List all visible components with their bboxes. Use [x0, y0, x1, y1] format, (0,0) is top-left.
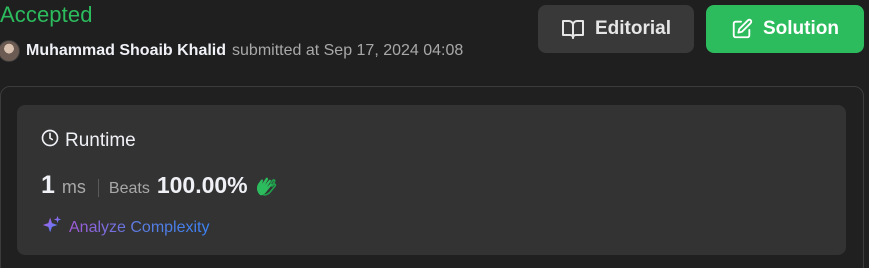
editorial-label: Editorial: [594, 18, 671, 39]
stats-divider: [97, 179, 99, 197]
submitted-timestamp: submitted at Sep 17, 2024 04:08: [232, 42, 464, 59]
sparkle-icon: [41, 214, 63, 241]
solution-label: Solution: [763, 18, 839, 39]
avatar[interactable]: [0, 40, 20, 62]
beats-label: Beats: [108, 180, 150, 197]
submitter-info: Muhammad Shoaib Khalid submitted at Sep …: [0, 38, 463, 64]
runtime-unit: ms: [61, 177, 86, 197]
book-open-icon: [561, 18, 585, 40]
runtime-stats: 1 ms Beats 100.00%: [41, 171, 278, 205]
clock-icon: [41, 129, 59, 153]
editorial-button[interactable]: Editorial: [538, 5, 694, 53]
analyze-complexity-button[interactable]: Analyze Complexity: [41, 214, 210, 241]
runtime-title: Runtime: [65, 130, 136, 151]
user-name-link[interactable]: Muhammad Shoaib Khalid: [26, 42, 226, 60]
runtime-value: 1: [41, 171, 55, 199]
beats-percentage: 100.00%: [156, 172, 248, 198]
status-accepted: Accepted: [0, 2, 93, 27]
runtime-header: Runtime: [41, 129, 136, 153]
edit-icon: [731, 18, 753, 40]
clapping-hands-icon: [254, 175, 278, 202]
submission-result-page: Accepted Muhammad Shoaib Khalid submitte…: [0, 0, 869, 268]
solution-button[interactable]: Solution: [706, 5, 864, 53]
runtime-card: Runtime 1 ms Beats 100.00% Analyze Compl…: [17, 105, 846, 255]
analyze-complexity-label: Analyze Complexity: [69, 218, 210, 236]
